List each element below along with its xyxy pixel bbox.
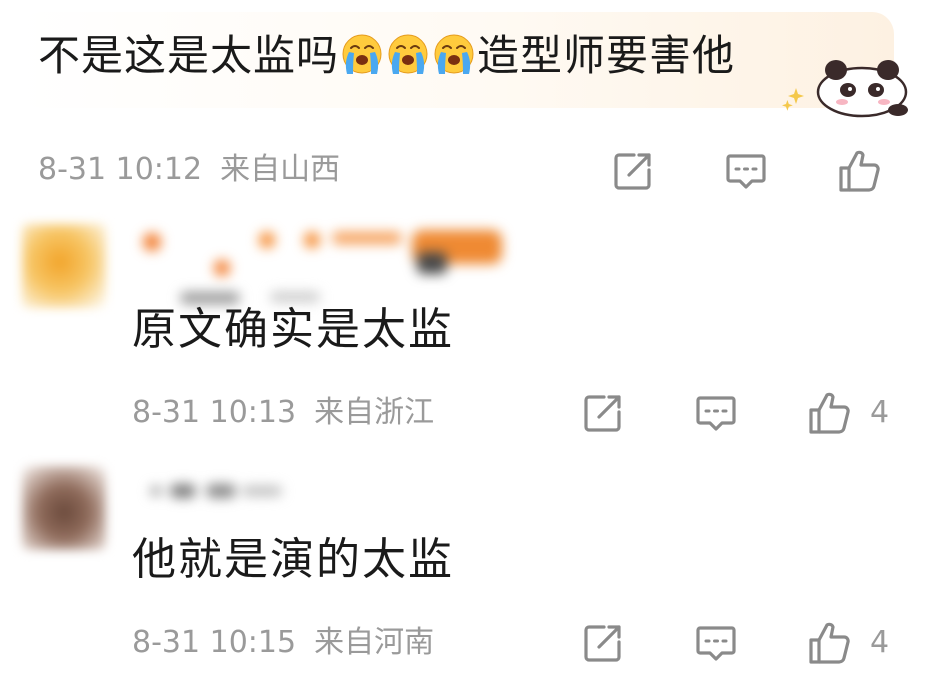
share-button[interactable] xyxy=(578,388,628,438)
username-blurred[interactable] xyxy=(140,474,300,514)
reply-meta: 8-31 10:13 来自浙江 xyxy=(132,393,434,433)
panda-sticker-icon xyxy=(782,60,908,118)
share-edit-icon xyxy=(608,146,658,196)
comment-bubble-icon xyxy=(691,618,741,668)
reply-time: 8-31 10:13 xyxy=(132,395,297,430)
like-button[interactable] xyxy=(804,388,854,438)
reply-text: 他就是演的太监 xyxy=(132,534,454,585)
reply-meta: 8-31 10:15 来自河南 xyxy=(132,623,434,663)
avatar[interactable] xyxy=(22,224,106,308)
main-comment-text-after: 造型师要害他 xyxy=(477,31,736,80)
main-comment-text-before: 不是这是太监吗 xyxy=(38,31,340,80)
reply-text: 原文确实是太监 xyxy=(132,304,454,355)
comment-time: 8-31 10:12 xyxy=(38,152,203,187)
reply-location: 来自河南 xyxy=(314,625,435,660)
main-comment-text: 不是这是太监吗 造型师要害他 xyxy=(38,26,735,86)
crying-face-emoji-icon xyxy=(386,32,430,76)
comment-bubble-icon xyxy=(691,388,741,438)
like-button[interactable] xyxy=(804,618,854,668)
crying-face-emoji-icon xyxy=(340,32,384,76)
share-edit-icon xyxy=(578,618,628,668)
comment-bubble-icon xyxy=(721,146,771,196)
like-count: 4 xyxy=(870,395,890,430)
thumbs-up-icon xyxy=(804,618,854,668)
like-count: 4 xyxy=(870,625,890,660)
comment-button[interactable] xyxy=(691,618,741,668)
main-comment-meta: 8-31 10:12 来自山西 xyxy=(38,150,340,190)
share-button[interactable] xyxy=(578,618,628,668)
thumbs-up-icon xyxy=(804,388,854,438)
share-edit-icon xyxy=(578,388,628,438)
username-blurred[interactable] xyxy=(132,222,512,286)
share-button[interactable] xyxy=(608,146,658,196)
comment-location: 来自山西 xyxy=(220,152,341,187)
comment-button[interactable] xyxy=(721,146,771,196)
comment-button[interactable] xyxy=(691,388,741,438)
like-button[interactable] xyxy=(834,146,884,196)
reply-location: 来自浙江 xyxy=(314,395,435,430)
crying-face-emoji-icon xyxy=(432,32,476,76)
reply-time: 8-31 10:15 xyxy=(132,625,297,660)
thumbs-up-icon xyxy=(834,146,884,196)
avatar[interactable] xyxy=(22,466,106,550)
